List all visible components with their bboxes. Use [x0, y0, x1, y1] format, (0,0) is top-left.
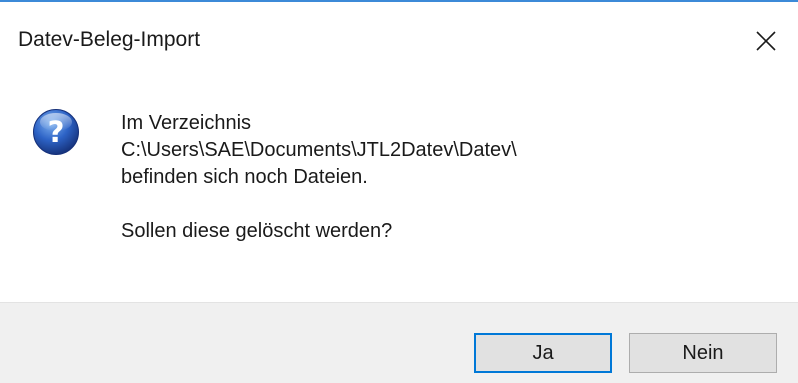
dialog-content: ? Im Verzeichnis C:\Users\SAE\Documents\…	[0, 80, 798, 302]
title-bar: Datev-Beleg-Import	[0, 2, 798, 80]
no-button[interactable]: Nein	[629, 333, 777, 373]
message-question: Sollen diese gelöscht werden?	[121, 220, 393, 242]
message-line-path: C:\Users\SAE\Documents\JTL2Datev\Datev\	[121, 139, 517, 161]
button-bar: Ja Nein	[0, 302, 798, 383]
message-line-3: befinden sich noch Dateien.	[121, 166, 368, 188]
message-line-1: Im Verzeichnis	[121, 112, 252, 134]
message-text: Im Verzeichnis C:\Users\SAE\Documents\JT…	[121, 110, 517, 245]
question-icon: ?	[33, 109, 79, 155]
yes-button[interactable]: Ja	[474, 333, 612, 373]
dialog-title: Datev-Beleg-Import	[18, 28, 201, 51]
close-icon	[756, 31, 776, 51]
close-button[interactable]	[734, 2, 798, 80]
svg-text:?: ?	[48, 115, 65, 149]
message-dialog: Datev-Beleg-Import ? Im Verzeichnis C:\U…	[0, 0, 798, 383]
